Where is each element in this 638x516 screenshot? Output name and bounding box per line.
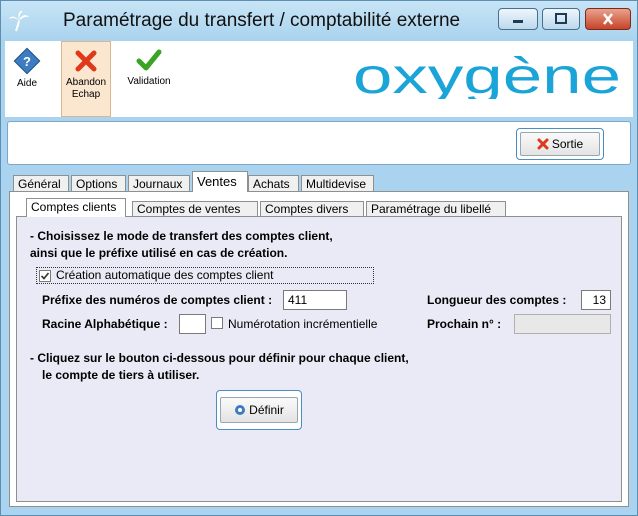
subtab-comptes-divers[interactable]: Comptes divers	[260, 201, 364, 217]
racine-label: Racine Alphabétique :	[42, 317, 168, 331]
palm-tree-icon	[9, 10, 29, 32]
prefix-input[interactable]	[283, 290, 347, 310]
logo-text: oxygène	[353, 55, 621, 99]
tab-general[interactable]: Général	[13, 175, 69, 192]
maximize-icon	[555, 13, 567, 24]
intro-line-2: ainsi que le préfixe utilisé en cas de c…	[30, 246, 288, 260]
settings-icon	[235, 405, 246, 415]
cancel-icon	[75, 50, 97, 72]
validation-button[interactable]: Validation	[121, 41, 177, 117]
tab-multidevise[interactable]: Multidevise	[301, 175, 374, 192]
aide-label: Aide	[16, 78, 37, 89]
sortie-button[interactable]: Sortie	[520, 132, 600, 156]
close-icon	[603, 13, 613, 25]
aide-button[interactable]: ? Aide	[5, 41, 49, 117]
svg-text:?: ?	[23, 54, 31, 69]
minimize-button[interactable]	[498, 8, 538, 30]
comptes-clients-panel: - Choisissez le mode de transfert des co…	[16, 216, 622, 502]
maximize-button[interactable]	[542, 8, 580, 30]
racine-input[interactable]	[179, 314, 206, 334]
checkmark-icon	[136, 49, 162, 71]
prefix-label: Préfixe des numéros de comptes client :	[42, 293, 273, 307]
window-title: Paramétrage du transfert / comptabilité …	[63, 10, 461, 31]
title-bar[interactable]: Paramétrage du transfert / comptabilité …	[1, 1, 637, 41]
prochain-label: Prochain n° :	[427, 317, 502, 331]
length-label: Longueur des comptes :	[427, 293, 567, 307]
oxygene-logo: oxygène	[353, 55, 621, 99]
ventes-panel: Comptes de ventes Comptes divers Paramét…	[9, 191, 629, 507]
validation-label: Validation	[127, 76, 171, 87]
main-window: Paramétrage du transfert / comptabilité …	[0, 0, 638, 516]
subtab-comptes-clients[interactable]: Comptes clients	[26, 198, 126, 217]
definir-label: Définir	[249, 403, 284, 417]
tab-options[interactable]: Options	[71, 175, 126, 192]
auto-create-label[interactable]: Création automatique des comptes client	[56, 268, 273, 282]
sortie-button-frame: Sortie	[516, 128, 604, 160]
length-input[interactable]	[581, 290, 611, 310]
sortie-label: Sortie	[551, 137, 584, 151]
tab-journaux[interactable]: Journaux	[128, 175, 190, 192]
toolbar: ? Aide Abandon Echap Validation oxygène	[5, 41, 633, 117]
definir-button-frame: Définir	[216, 390, 302, 430]
numerotation-checkbox[interactable]	[211, 317, 223, 329]
action-bar: Sortie	[7, 121, 631, 165]
abandon-shortcut-label: Echap	[71, 89, 101, 100]
exit-x-icon	[537, 138, 549, 150]
tab-achats[interactable]: Achats	[248, 175, 299, 192]
tab-ventes[interactable]: Ventes	[192, 171, 248, 192]
subtab-parametrage-libelle[interactable]: Paramétrage du libellé	[366, 201, 506, 217]
checkmark-icon	[40, 272, 50, 280]
auto-create-checkbox[interactable]	[39, 270, 51, 282]
close-window-button[interactable]	[585, 8, 631, 30]
help-icon: ?	[13, 47, 41, 75]
numerotation-label[interactable]: Numérotation incrémentielle	[228, 317, 377, 331]
definir-button[interactable]: Définir	[220, 397, 298, 423]
help-line-2: le compte de tiers à utiliser.	[42, 368, 200, 382]
abandon-label: Abandon	[65, 77, 107, 88]
minimize-icon	[513, 20, 523, 23]
prochain-input[interactable]	[514, 314, 611, 334]
intro-line-1: - Choisissez le mode de transfert des co…	[30, 229, 333, 243]
subtab-comptes-ventes[interactable]: Comptes de ventes	[132, 201, 258, 217]
abandon-button[interactable]: Abandon Echap	[61, 41, 111, 117]
help-line-1: - Cliquez sur le bouton ci-dessous pour …	[30, 351, 409, 365]
